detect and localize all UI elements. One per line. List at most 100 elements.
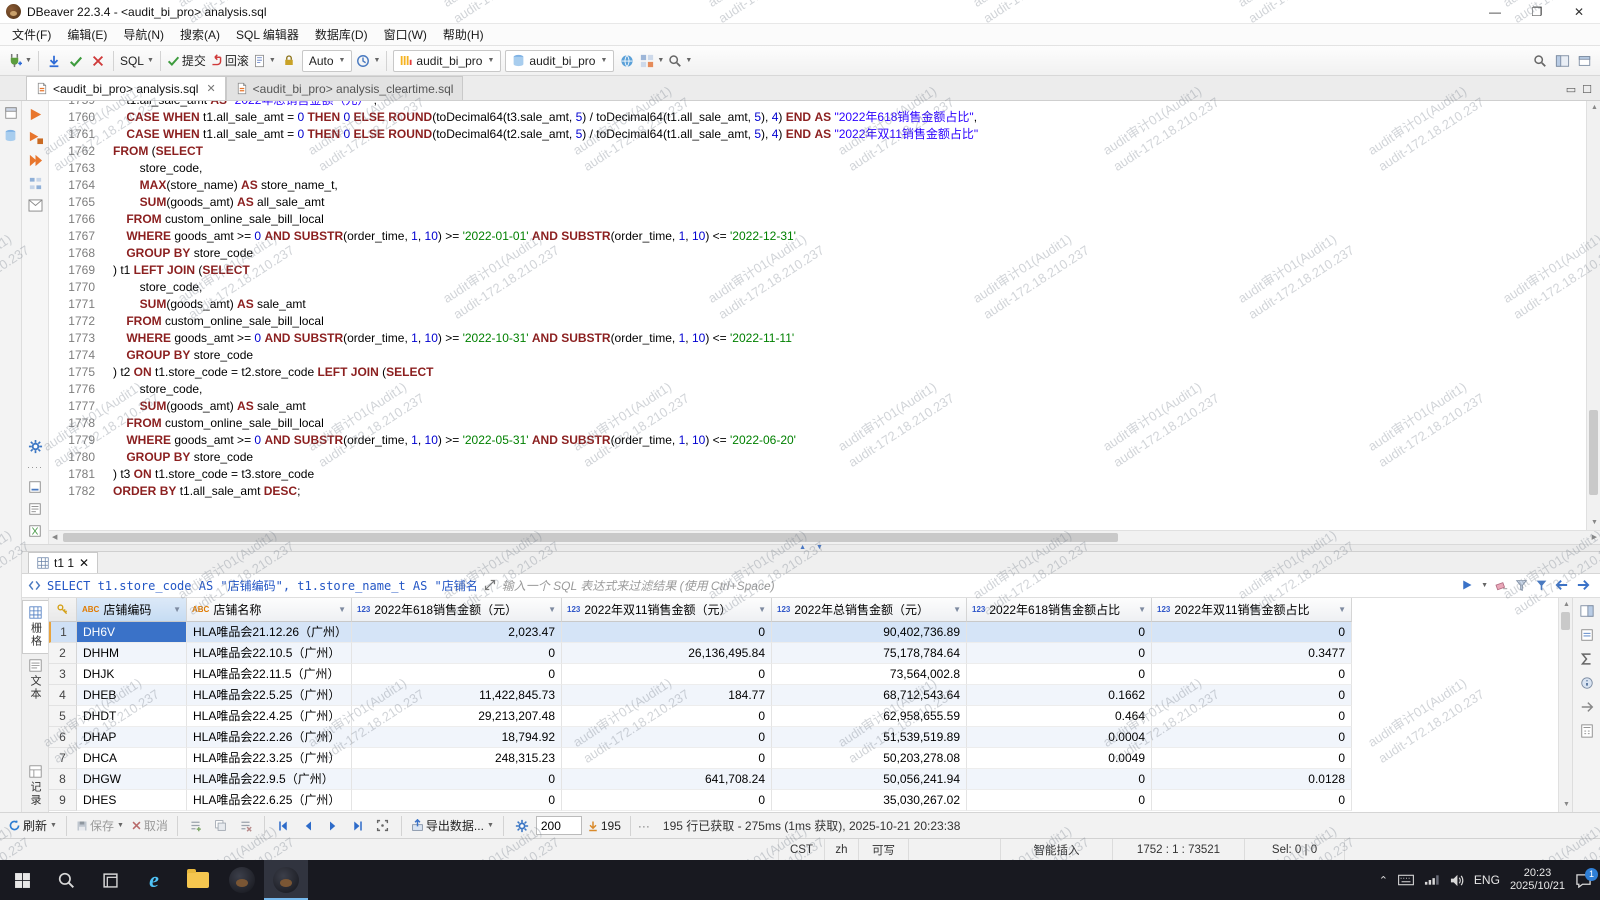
menu-item[interactable]: 搜索(A) [172,23,228,46]
editor-hscroll-thumb[interactable] [63,533,1118,542]
code-line[interactable]: CASE WHEN t1.all_sale_amt = 0 THEN 0 ELS… [113,109,1586,126]
code-line[interactable]: SUM(goods_amt) AS sale_amt [113,398,1586,415]
perspective-icon[interactable] [1551,49,1573,73]
editor-horizontal-scrollbar[interactable]: ◀ ▶ [49,530,1600,544]
table-cell[interactable]: 0 [1152,790,1352,811]
table-cell[interactable]: 0 [562,727,772,748]
cancel-button[interactable]: 取消 [129,814,170,838]
table-cell[interactable]: 51,539,519.89 [772,727,967,748]
toggle-output-panel-icon[interactable] [28,502,42,516]
column-filter-icon[interactable]: ▼ [1138,605,1146,614]
table-cell[interactable]: 2,023.47 [352,622,562,643]
table-cell[interactable]: DHCA [77,748,187,769]
previous-row-icon[interactable] [297,814,319,838]
table-cell[interactable]: HLA唯品会22.11.5（广州） [187,664,352,685]
scroll-down-icon[interactable]: ▼ [1591,516,1598,530]
metadata-icon[interactable] [1580,676,1594,690]
table-cell[interactable]: 0 [1152,706,1352,727]
toggle-log-panel-icon[interactable] [28,480,42,494]
table-cell[interactable]: 0.464 [967,706,1152,727]
code-line[interactable]: FROM custom_online_sale_bill_local [113,415,1586,432]
scroll-up-icon[interactable]: ▲ [1591,101,1598,115]
toolbar-overflow-icon[interactable]: ··· [638,819,650,833]
language-indicator[interactable]: ENG [1474,873,1500,887]
table-cell[interactable]: DHHM [77,643,187,664]
overflow-dots-icon[interactable]: ···· [27,462,43,472]
code-line[interactable]: GROUP BY store_code [113,449,1586,466]
menu-item[interactable]: 数据库(D) [307,23,376,46]
scroll-left-icon[interactable]: ◀ [52,531,57,545]
column-header[interactable]: 1232022年618销售金额（元）▼ [352,598,562,622]
explain-plan-button[interactable] [28,176,43,191]
collapse-up-icon[interactable]: ▲ [799,544,806,551]
filter-query-text[interactable]: SELECT t1.store_code AS "店铺编码", t1.store… [47,577,478,594]
references-icon[interactable] [1580,700,1594,714]
menu-item[interactable]: 窗口(W) [376,23,435,46]
column-filter-icon[interactable]: ▼ [338,605,346,614]
open-perspective-icon[interactable] [1573,49,1595,73]
file-explorer-icon[interactable] [176,860,220,900]
rollback-button[interactable]: 回滚 [208,49,251,73]
row-number[interactable]: 7 [49,748,77,769]
network-icon[interactable] [1424,874,1439,886]
table-cell[interactable]: 0 [967,664,1152,685]
lock-icon[interactable] [278,49,300,73]
connection-select[interactable]: audit_bi_pro▼ [393,50,501,72]
duplicate-row-icon[interactable] [210,814,232,838]
cancel-exec-button[interactable] [87,49,109,73]
minimize-button[interactable]: — [1474,0,1516,23]
code-line[interactable]: store_code, [113,381,1586,398]
table-cell[interactable]: 0 [352,769,562,790]
table-cell[interactable]: 29,213,207.48 [352,706,562,727]
taskbar-clock[interactable]: 20:23 2025/10/21 [1510,867,1565,893]
transaction-history-button[interactable]: ▼ [354,49,382,73]
search-menu-button[interactable]: ▼ [666,49,694,73]
objects-button[interactable]: ▼ [638,49,666,73]
execute-script-button[interactable] [28,153,43,168]
record-view-tab[interactable]: 记录 [22,760,48,812]
row-number[interactable]: 4 [49,685,77,706]
table-cell[interactable]: HLA唯品会22.4.25（广州） [187,706,352,727]
table-cell[interactable]: 0 [1152,622,1352,643]
table-cell[interactable]: 0 [967,622,1152,643]
close-icon[interactable]: ✕ [79,556,89,570]
code-line[interactable]: ORDER BY t1.all_sale_amt DESC; [113,483,1586,500]
menu-item[interactable]: 文件(F) [4,23,59,46]
column-header[interactable]: ABC店铺编码▼ [77,598,187,622]
grid-view-tab[interactable]: 栅格 [22,600,48,654]
code-area[interactable]: 1759176017611762176317641765176617671768… [49,101,1600,530]
dbeaver-taskbar-icon[interactable] [220,860,264,900]
execute-statement-button[interactable] [28,107,43,122]
table-cell[interactable]: HLA唯品会22.2.26（广州） [187,727,352,748]
column-header[interactable]: 1232022年双11销售金额占比▼ [1152,598,1352,622]
column-header[interactable]: ABC店铺名称▼ [187,598,352,622]
calc-panel-icon[interactable] [1580,724,1594,738]
code-line[interactable]: FROM custom_online_sale_bill_local [113,313,1586,330]
row-number[interactable]: 8 [49,769,77,790]
tray-expand-icon[interactable]: ⌃ [1379,874,1388,887]
table-cell[interactable]: 0 [1152,748,1352,769]
erase-filter-icon[interactable] [1495,579,1508,592]
code-line[interactable]: SUM(goods_amt) AS all_sale_amt [113,194,1586,211]
apply-filter-icon[interactable] [1461,579,1473,591]
table-cell[interactable]: HLA唯品会22.10.5（广州） [187,643,352,664]
toggle-variables-panel-icon[interactable] [28,524,42,538]
value-viewer-icon[interactable] [1580,628,1594,642]
table-cell[interactable]: DHES [77,790,187,811]
next-row-icon[interactable] [322,814,344,838]
action-center-icon[interactable]: 1 [1575,873,1592,888]
row-number[interactable]: 5 [49,706,77,727]
export-from-query-button[interactable] [28,199,43,212]
table-cell[interactable]: 0 [967,643,1152,664]
table-cell[interactable]: 62,958,655.59 [772,706,967,727]
table-cell[interactable]: HLA唯品会21.12.26（广州） [187,622,352,643]
code-lines[interactable]: t1.all_sale_amt AS "2022年总销售金额（元）", CASE… [103,101,1586,521]
table-cell[interactable]: 0.0049 [967,748,1152,769]
code-line[interactable]: WHERE goods_amt >= 0 AND SUBSTR(order_ti… [113,432,1586,449]
table-cell[interactable]: 184.77 [562,685,772,706]
transaction-log-button[interactable]: ▼ [251,49,278,73]
history-back-icon[interactable] [1555,579,1569,591]
editor-vertical-scrollbar[interactable]: ▲ ▼ [1586,101,1600,530]
menu-item[interactable]: 编辑(E) [59,23,115,46]
column-filter-icon[interactable]: ▼ [953,605,961,614]
